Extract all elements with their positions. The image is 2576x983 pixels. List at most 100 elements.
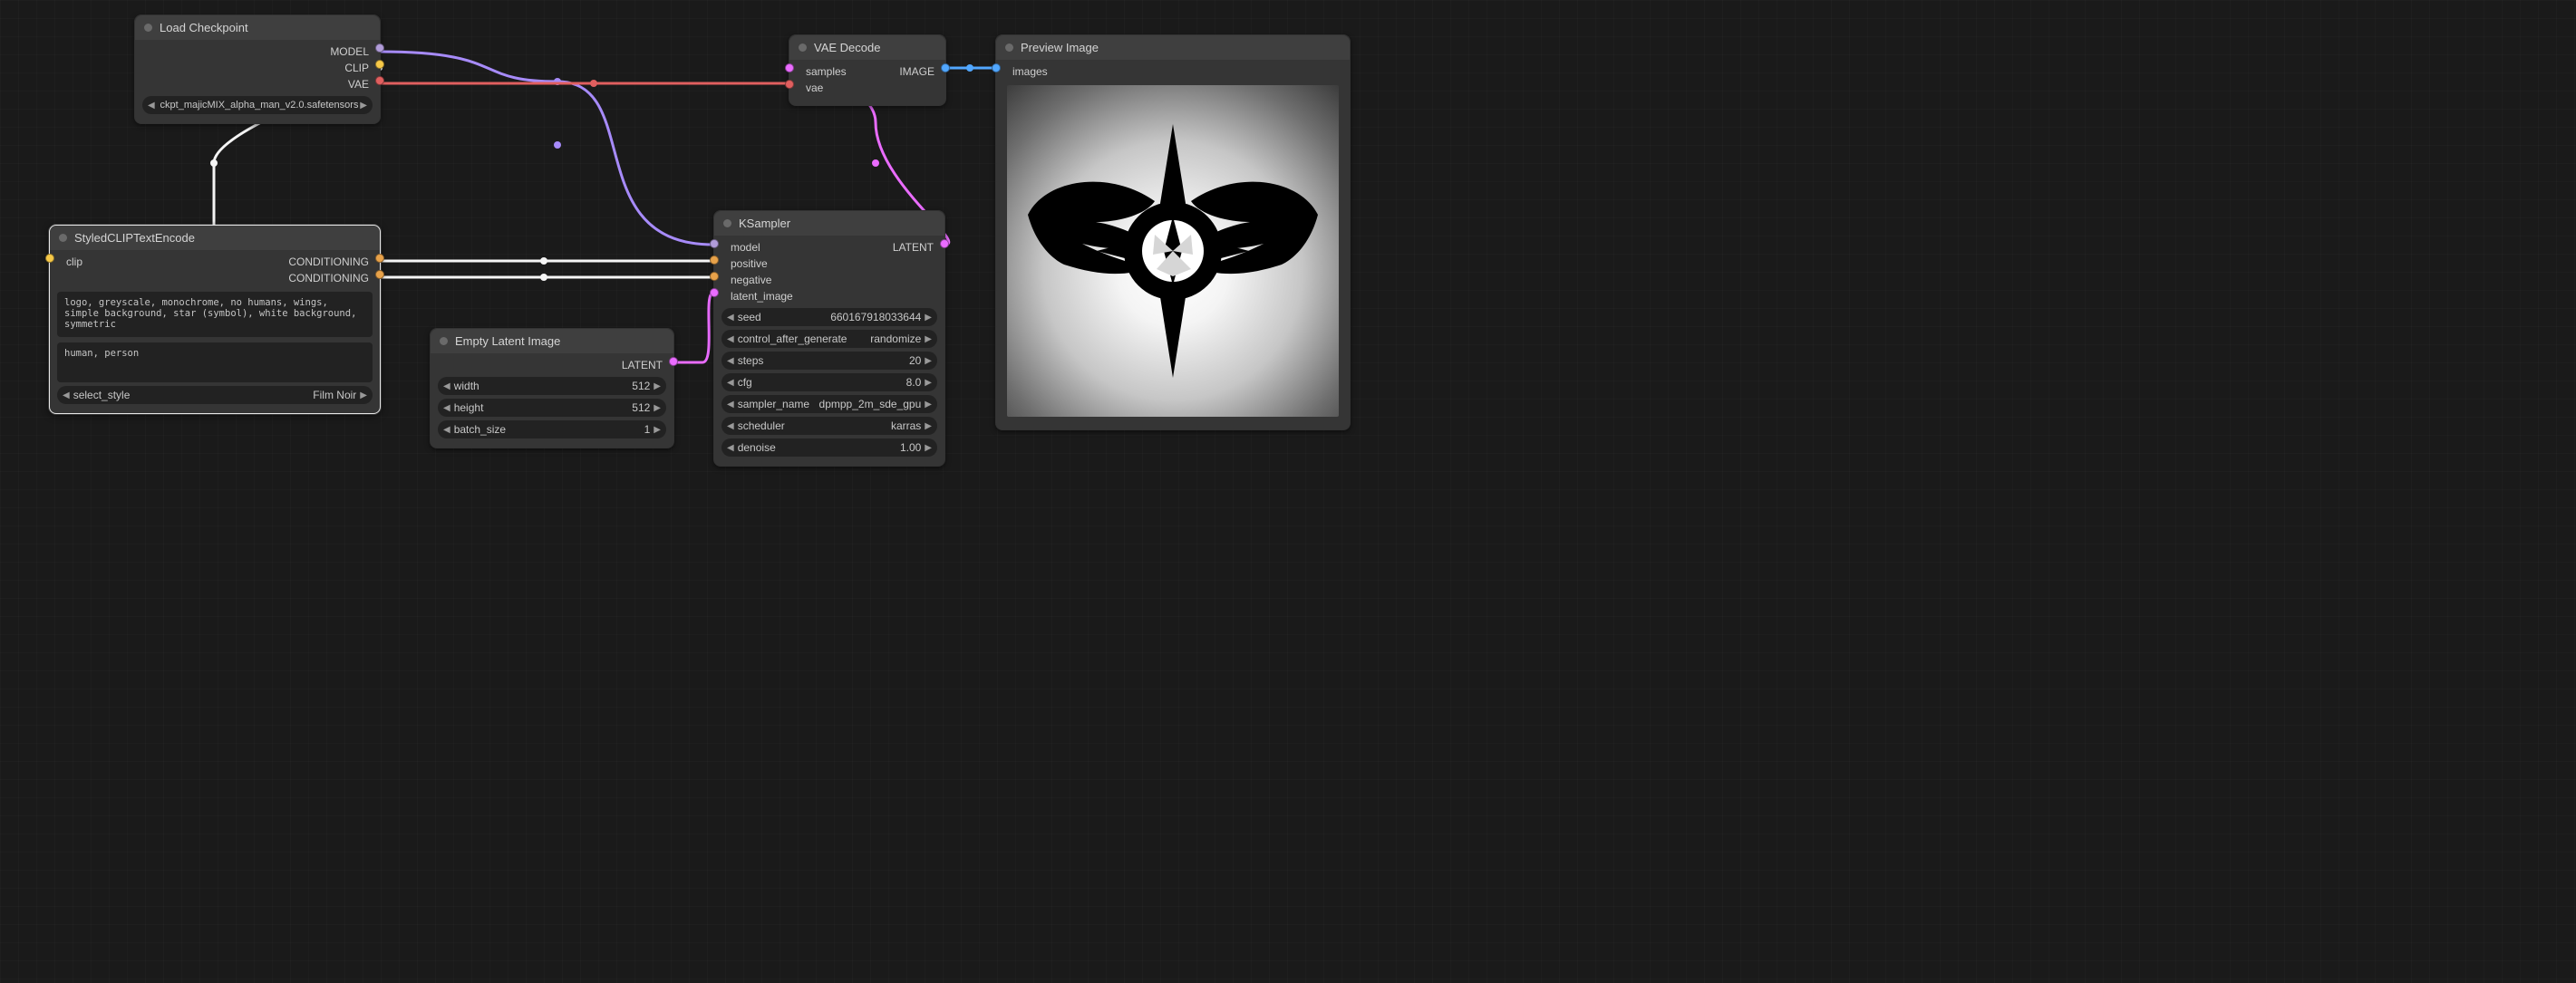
node-ksampler[interactable]: KSampler model LATENT positive negative l… [713,210,945,467]
input-label-latent-image: latent_image [727,290,797,303]
input-port-model[interactable] [710,239,719,248]
seed-number[interactable]: ◀seed660167918033644▶ [721,308,937,326]
output-port-conditioning-1[interactable] [375,254,384,263]
chevron-left-icon[interactable]: ◀ [63,390,70,400]
chevron-left-icon[interactable]: ◀ [727,378,734,388]
output-label-latent: LATENT [889,241,937,254]
sampler-name-combo[interactable]: ◀sampler_namedpmpp_2m_sde_gpu▶ [721,395,937,413]
collapse-dot-icon[interactable] [440,337,448,345]
output-label-image: IMAGE [896,65,938,78]
chevron-left-icon[interactable]: ◀ [727,334,734,344]
input-port-vae[interactable] [785,80,794,89]
output-label-clip: CLIP [341,62,373,74]
node-title: VAE Decode [814,41,880,54]
scheduler-value: karras [785,419,922,432]
negative-prompt-textarea[interactable]: human, person [57,342,373,382]
node-load-checkpoint[interactable]: Load Checkpoint MODEL CLIP VAE ◀ ckpt_ma… [134,14,381,124]
chevron-right-icon[interactable]: ▶ [360,390,367,400]
collapse-dot-icon[interactable] [1005,43,1013,52]
output-port-vae[interactable] [375,76,384,85]
chevron-left-icon[interactable]: ◀ [727,313,734,323]
input-port-images[interactable] [992,63,1001,72]
output-port-clip[interactable] [375,60,384,69]
node-titlebar[interactable]: Empty Latent Image [431,329,673,353]
select-style-value: Film Noir [130,389,356,401]
node-empty-latent-image[interactable]: Empty Latent Image LATENT ◀width512▶ ◀he… [430,328,674,448]
input-label-samples: samples [802,65,850,78]
chevron-right-icon[interactable]: ▶ [925,443,932,453]
control-label: control_after_generate [738,332,847,345]
height-number[interactable]: ◀ height512 ▶ [438,399,666,417]
chevron-right-icon[interactable]: ▶ [925,313,932,323]
chevron-right-icon[interactable]: ▶ [360,101,367,111]
output-port-image[interactable] [941,63,950,72]
node-titlebar[interactable]: Preview Image [996,35,1350,60]
input-label-negative: negative [727,274,775,286]
preview-image-canvas [1007,85,1339,417]
steps-number[interactable]: ◀ steps20 ▶ [721,352,937,370]
width-number[interactable]: ◀ width512▶ [438,377,666,395]
chevron-left-icon[interactable]: ◀ [443,425,450,435]
chevron-right-icon[interactable]: ▶ [654,403,661,413]
node-styled-clip-text-encode[interactable]: StyledCLIPTextEncode clip CONDITIONING C… [49,225,381,414]
chevron-right-icon[interactable]: ▶ [925,421,932,431]
input-port-negative[interactable] [710,272,719,281]
ckpt-name-combo[interactable]: ◀ ckpt_majicMIX_alpha_man_v2.0.safetenso… [142,96,373,114]
height-value: 512 [483,401,650,414]
output-port-latent[interactable] [940,239,949,248]
node-titlebar[interactable]: VAE Decode [789,35,945,60]
chevron-right-icon[interactable]: ▶ [925,378,932,388]
node-titlebar[interactable]: KSampler [714,211,944,236]
output-label-latent: LATENT [618,359,666,371]
node-title: Load Checkpoint [160,21,248,34]
control-after-generate-combo[interactable]: ◀control_after_generaterandomize▶ [721,330,937,348]
batch-size-number[interactable]: ◀batch_size1▶ [438,420,666,438]
input-port-clip[interactable] [45,254,54,263]
output-port-conditioning-2[interactable] [375,270,384,279]
input-port-samples[interactable] [785,63,794,72]
steps-label: steps [738,354,764,367]
select-style-combo[interactable]: ◀ select_style Film Noir ▶ [57,386,373,404]
width-value: 512 [479,380,651,392]
node-titlebar[interactable]: Load Checkpoint [135,15,380,40]
input-port-positive[interactable] [710,255,719,265]
collapse-dot-icon[interactable] [144,24,152,32]
cfg-value: 8.0 [752,376,922,389]
chevron-left-icon[interactable]: ◀ [727,421,734,431]
output-port-latent[interactable] [669,357,678,366]
chevron-right-icon[interactable]: ▶ [925,356,932,366]
positive-prompt-textarea[interactable]: logo, greyscale, monochrome, no humans, … [57,292,373,337]
cfg-number[interactable]: ◀cfg8.0▶ [721,373,937,391]
collapse-dot-icon[interactable] [799,43,807,52]
node-vae-decode[interactable]: VAE Decode samples IMAGE vae [789,34,946,106]
scheduler-label: scheduler [738,419,785,432]
chevron-left-icon[interactable]: ◀ [148,101,155,111]
scheduler-combo[interactable]: ◀ schedulerkarras▶ [721,417,937,435]
node-title: KSampler [739,217,790,230]
node-preview-image[interactable]: Preview Image images [995,34,1351,430]
input-port-latent-image[interactable] [710,288,719,297]
node-titlebar[interactable]: StyledCLIPTextEncode [50,226,380,250]
input-label-model: model [727,241,764,254]
chevron-right-icon[interactable]: ▶ [654,381,661,391]
chevron-right-icon[interactable]: ▶ [925,400,932,410]
chevron-right-icon[interactable]: ▶ [925,334,932,344]
width-label: width [454,380,479,392]
batch-label: batch_size [454,423,506,436]
chevron-left-icon[interactable]: ◀ [727,356,734,366]
output-port-model[interactable] [375,43,384,53]
chevron-left-icon[interactable]: ◀ [727,400,734,410]
input-label-positive: positive [727,257,771,270]
collapse-dot-icon[interactable] [723,219,731,227]
chevron-left-icon[interactable]: ◀ [443,381,450,391]
chevron-left-icon[interactable]: ◀ [443,403,450,413]
input-label-vae: vae [802,82,827,94]
steps-value: 20 [763,354,921,367]
height-label: height [454,401,484,414]
seed-label: seed [738,311,761,323]
denoise-number[interactable]: ◀denoise1.00▶ [721,438,937,457]
collapse-dot-icon[interactable] [59,234,67,242]
sampler-label: sampler_name [738,398,809,410]
chevron-left-icon[interactable]: ◀ [727,443,734,453]
chevron-right-icon[interactable]: ▶ [654,425,661,435]
